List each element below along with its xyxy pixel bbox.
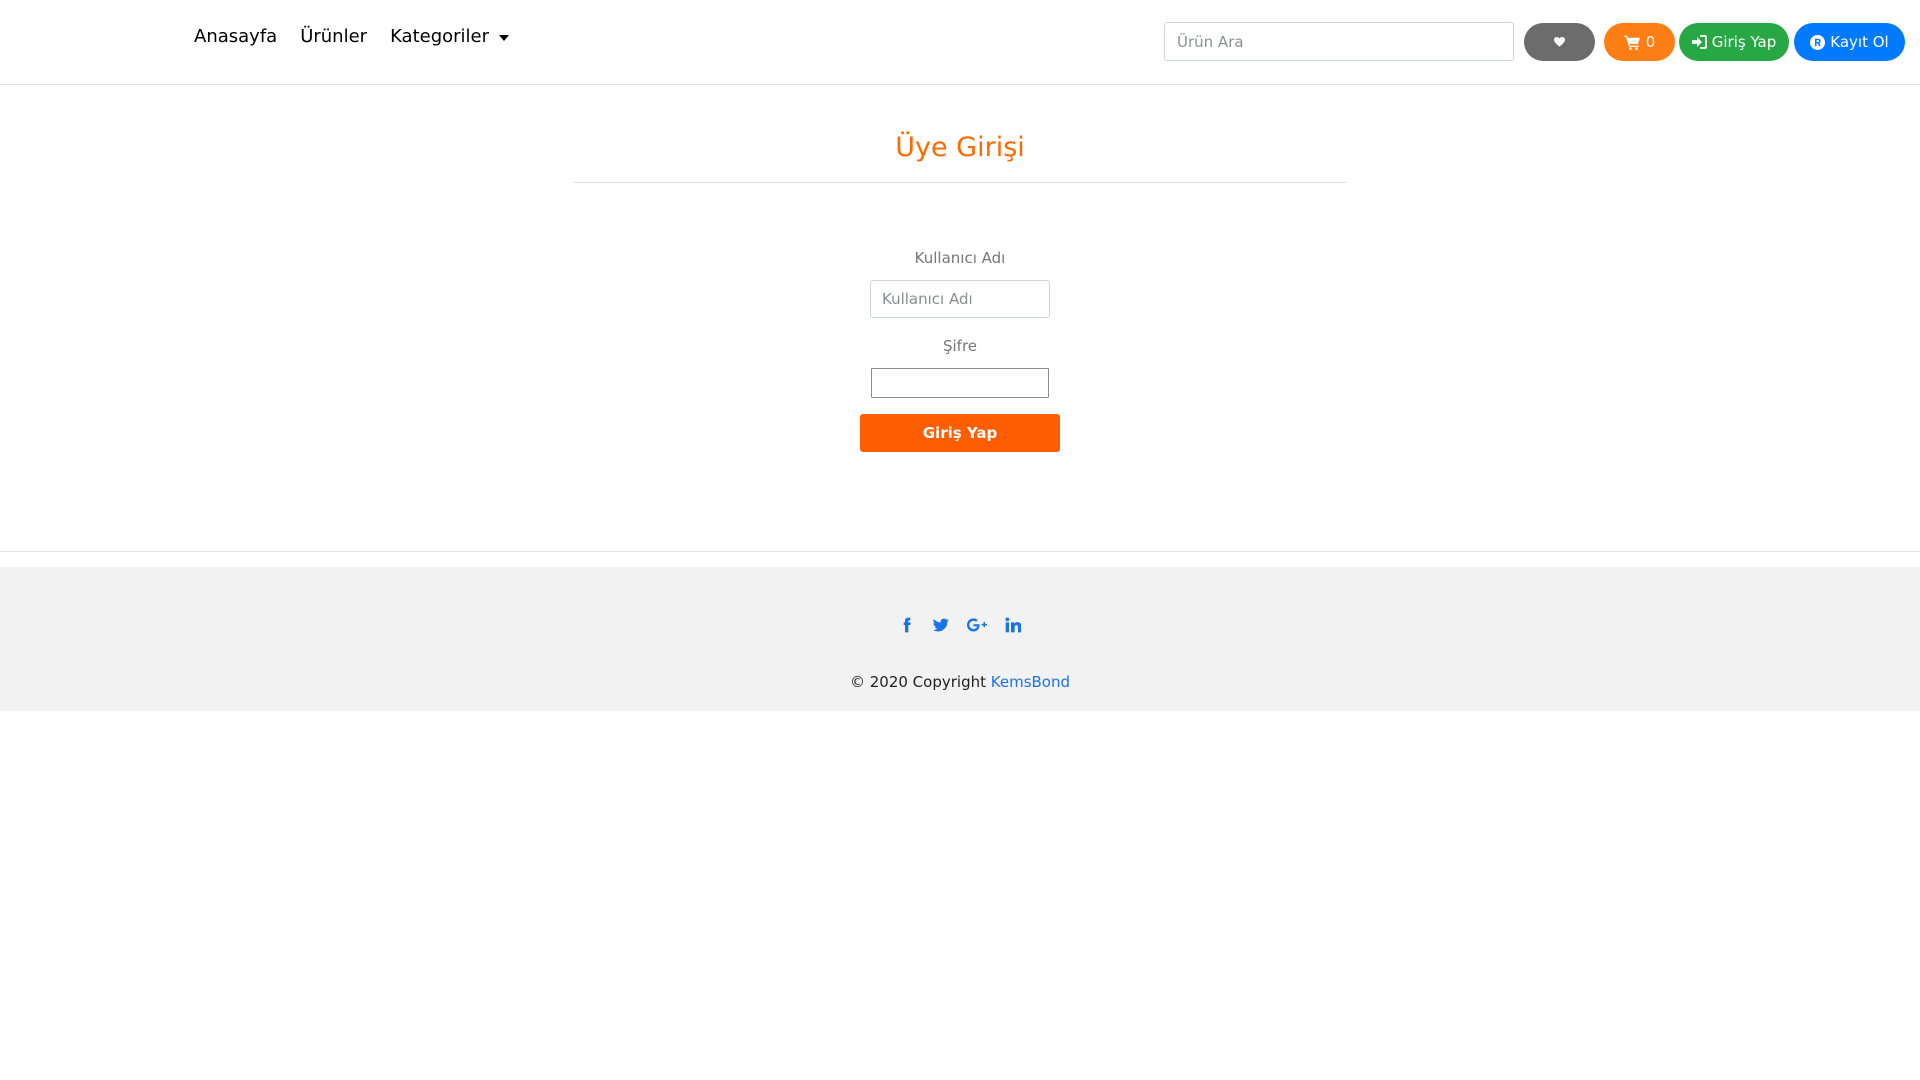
twitter-icon[interactable]: [933, 617, 949, 633]
footer: © 2020 Copyright KemsBond: [0, 567, 1920, 711]
username-input[interactable]: [870, 280, 1050, 318]
copyright: © 2020 Copyright KemsBond: [0, 673, 1920, 691]
sign-in-icon: [1691, 35, 1707, 49]
google-plus-icon[interactable]: [967, 617, 987, 633]
register-button-label: Kayıt Ol: [1830, 33, 1889, 51]
navbar: Anasayfa Ürünler Kategoriler 0 Giriş Yap…: [0, 0, 1920, 85]
cart-icon: [1624, 35, 1641, 50]
heart-icon: [1554, 37, 1565, 47]
registered-icon: [1810, 34, 1826, 50]
copyright-text: © 2020 Copyright: [849, 673, 986, 691]
copyright-link[interactable]: KemsBond: [991, 673, 1070, 691]
page-title: Üye Girişi: [895, 132, 1025, 163]
facebook-icon[interactable]: [899, 617, 915, 633]
section-divider: [0, 551, 1920, 552]
caret-down-icon: [499, 34, 510, 41]
login-submit-button[interactable]: Giriş Yap: [860, 414, 1060, 452]
linkedin-icon[interactable]: [1005, 617, 1021, 633]
register-button[interactable]: Kayıt Ol: [1794, 23, 1905, 61]
nav-link-home[interactable]: Anasayfa: [194, 26, 277, 47]
nav-dropdown-categories[interactable]: Kategoriler: [390, 26, 510, 47]
password-label: Şifre: [942, 337, 978, 355]
username-label: Kullanıcı Adı: [914, 249, 1006, 267]
favorites-button[interactable]: [1524, 23, 1595, 61]
cart-button[interactable]: 0: [1604, 23, 1675, 61]
login-button[interactable]: Giriş Yap: [1679, 23, 1789, 61]
title-divider: [574, 182, 1346, 183]
nav-dropdown-label: Kategoriler: [390, 26, 490, 47]
nav-link-products[interactable]: Ürünler: [300, 26, 367, 47]
login-button-label: Giriş Yap: [1711, 33, 1777, 51]
cart-count: 0: [1645, 33, 1656, 51]
password-input[interactable]: [871, 368, 1049, 398]
nav-links: Anasayfa Ürünler Kategoriler: [194, 26, 510, 47]
search-input[interactable]: [1164, 22, 1514, 61]
social-links: [0, 617, 1920, 633]
